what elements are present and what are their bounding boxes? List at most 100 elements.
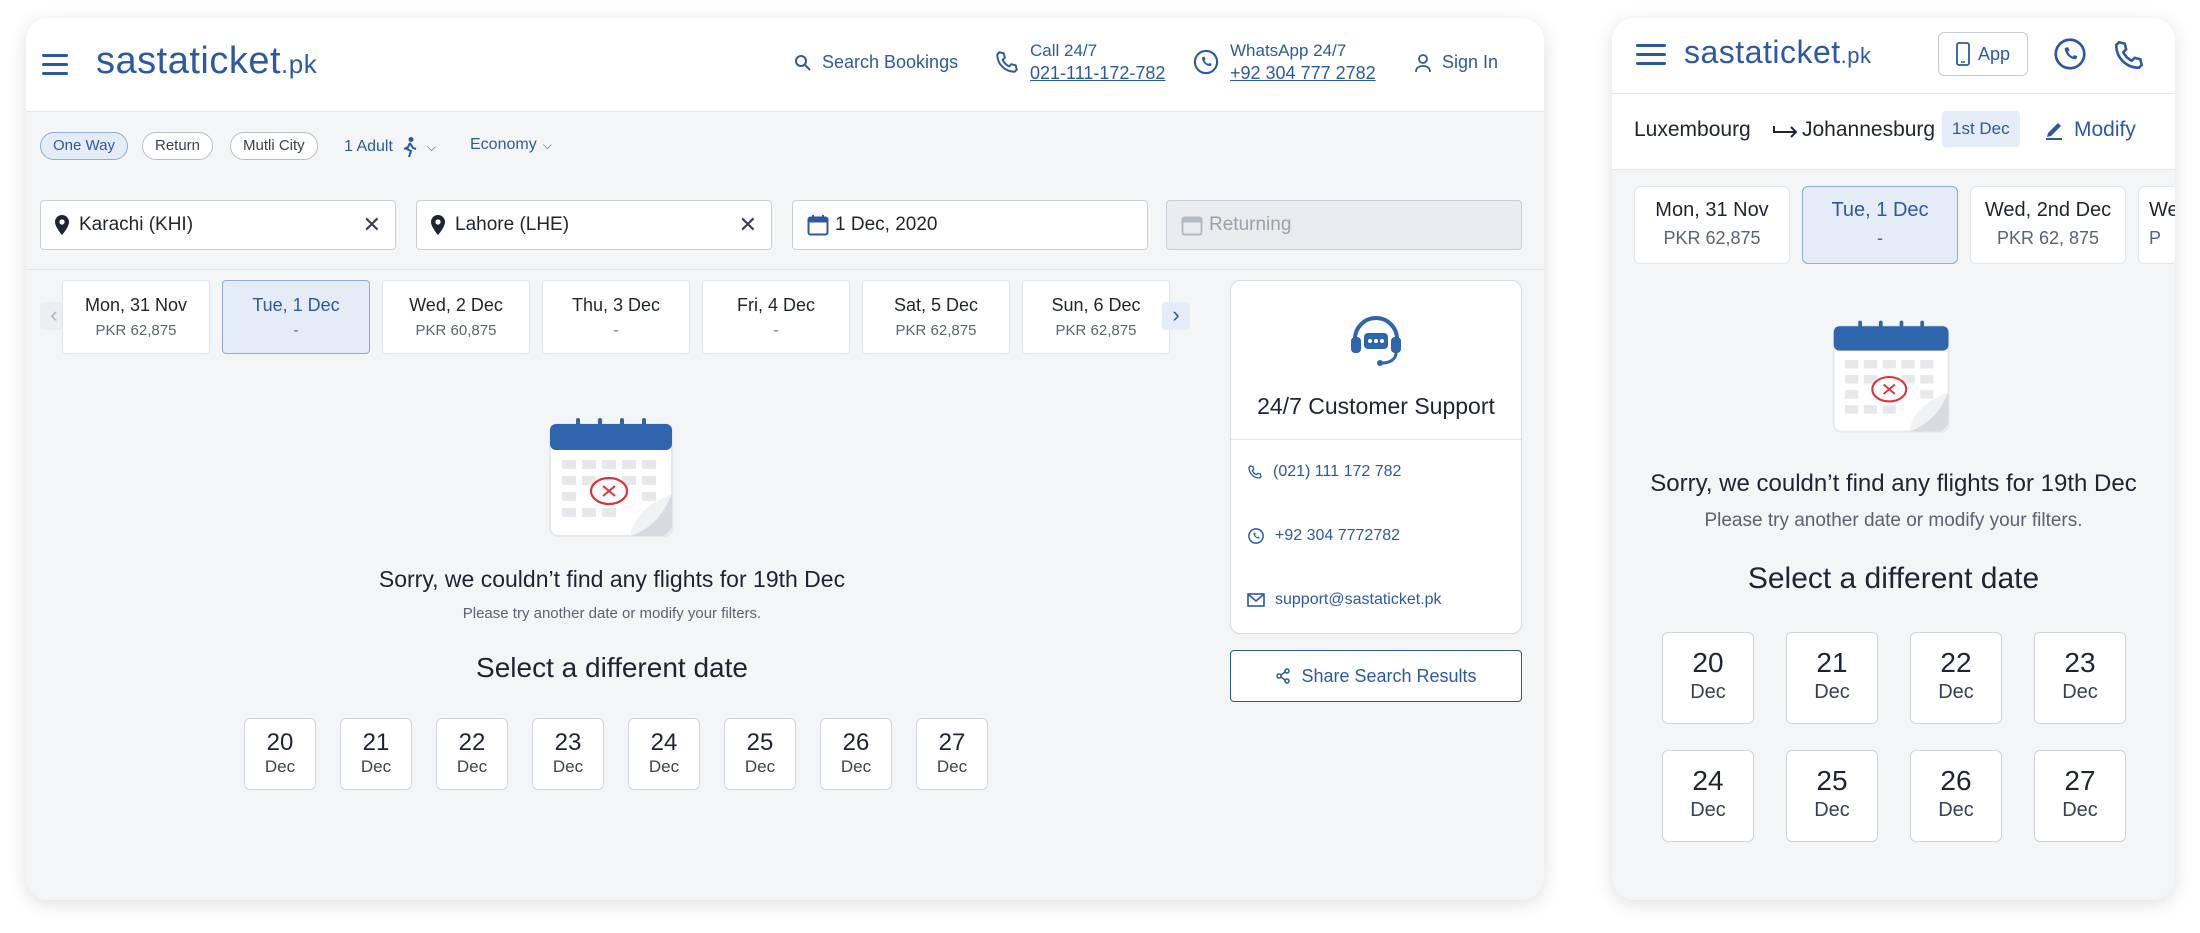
date-card-price: - [613,322,619,339]
return-date-field[interactable]: Returning [1166,200,1522,250]
date-card-price: PKR 60,875 [415,322,497,339]
trip-type-return[interactable]: Return [142,132,214,160]
modify-button[interactable]: Modify [2044,118,2136,142]
trip-type-one-way[interactable]: One Way [40,132,128,160]
alt-date-button[interactable]: 20 Dec [1662,632,1754,724]
whatsapp-icon [1248,528,1264,544]
clear-to-icon[interactable]: ✕ [739,212,757,238]
from-value: Karachi (KHI) [79,214,194,235]
phone-icon[interactable] [2112,38,2146,72]
date-card[interactable]: Sat, 5 Dec PKR 62,875 [862,280,1010,354]
clear-from-icon[interactable]: ✕ [363,212,381,238]
alt-date-day: 21 [362,729,390,756]
date-card[interactable]: Thu, 3 Dec - [542,280,690,354]
alt-date-day: 26 [1940,765,1972,796]
alt-date-day: 20 [1692,647,1724,678]
alt-date-month: Dec [1814,681,1850,703]
alt-date-button[interactable]: 22 Dec [1910,632,2002,724]
depart-value: 1 Dec, 2020 [835,214,938,235]
sign-in-label: Sign In [1442,52,1499,72]
menu-icon[interactable] [1636,44,1666,68]
date-card[interactable]: Mon, 31 Nov PKR 62,875 [62,280,210,354]
date-card[interactable]: Mon, 31 Nov PKR 62,875 [1634,186,1790,264]
menu-icon[interactable] [42,54,68,76]
date-card-day: Tue, 1 Dec [1831,199,1929,221]
call-number[interactable]: 021-111-172-782 [1030,62,1165,84]
date-card[interactable]: Sun, 6 Dec PKR 62,875 [1022,280,1170,354]
traveler-icon [403,137,417,158]
cabin-value: Economy [470,136,537,153]
support-email[interactable]: support@sastaticket.pk [1247,591,1442,609]
sign-in-link[interactable]: Sign In [1414,52,1498,73]
date-card-price: PKR 62,875 [895,322,977,339]
alt-date-button[interactable]: 21 Dec [340,718,412,790]
date-badge: 1st Dec [1942,111,2020,147]
alt-date-button[interactable]: 23 Dec [532,718,604,790]
alt-date-button[interactable]: 26 Dec [820,718,892,790]
alt-date-month: Dec [744,757,776,776]
alt-date-button[interactable]: 25 Dec [1786,750,1878,842]
date-card-price: PKR 62,875 [1663,228,1761,248]
select-date-title: Select a different date [476,652,748,683]
logo-text: sastaticket [1684,34,1841,70]
trip-type-multi-city[interactable]: Mutli City [230,132,318,160]
to-field[interactable]: Lahore (LHE) ✕ [416,200,772,250]
date-card[interactable]: Wed, 2 Dec PKR 60,875 [382,280,530,354]
alt-date-button[interactable]: 27 Dec [2034,750,2126,842]
support-whatsapp-text: +92 304 7772782 [1275,527,1401,544]
logo[interactable]: sastaticket.pk [96,40,317,83]
depart-date-field[interactable]: 1 Dec, 2020 [792,200,1148,250]
share-results-button[interactable]: Share Search Results [1230,650,1522,702]
location-pin-icon [431,215,445,235]
search-bookings-link[interactable]: Search Bookings [794,52,958,73]
alt-date-day: 22 [458,729,486,756]
route-arrow-icon [1773,126,1798,138]
whatsapp-number[interactable]: +92 304 777 2782 [1230,62,1376,84]
whatsapp-link[interactable]: WhatsApp 24/7 +92 304 777 2782 [1192,40,1376,84]
logo[interactable]: sastaticket.pk [1684,34,1872,71]
alt-date-day: 25 [1816,765,1848,796]
alt-date-month: Dec [936,757,968,776]
location-pin-icon [55,215,69,235]
empty-state-title: Sorry, we couldn’t find any flights for … [1650,470,2137,497]
passengers-dropdown[interactable]: 1 Adult ⌵ [344,136,436,158]
date-card-partial[interactable]: We P [2138,186,2175,264]
alt-date-button[interactable]: 23 Dec [2034,632,2126,724]
headset-icon [1351,316,1401,366]
search-icon [795,54,811,71]
from-field[interactable]: Karachi (KHI) ✕ [40,200,396,250]
date-card[interactable]: Wed, 2nd Dec PKR 62, 875 [1970,186,2126,264]
mobile-date-strip: Mon, 31 Nov PKR 62,875 Tue, 1 Dec - Wed, 2… [1634,186,2175,266]
date-card-price: P [2149,228,2162,248]
cabin-dropdown[interactable]: Economy ⌵ [470,136,552,154]
alt-date-month: Dec [264,757,296,776]
origin-city: Luxembourg [1634,118,1751,141]
alt-date-day: 27 [938,729,966,756]
date-card-selected[interactable]: Tue, 1 Dec - [222,280,370,354]
date-card-selected[interactable]: Tue, 1 Dec - [1802,186,1958,264]
date-card[interactable]: Fri, 4 Dec - [702,280,850,354]
alt-date-day: 24 [1692,765,1724,796]
whatsapp-icon[interactable] [2052,36,2088,72]
alt-date-button[interactable]: 24 Dec [628,718,700,790]
support-phone[interactable]: (021) 111 172 782 [1247,463,1401,481]
next-dates-button[interactable]: › [1162,302,1190,330]
calendar-error-icon [549,418,673,537]
alt-date-button[interactable]: 21 Dec [1786,632,1878,724]
alt-date-month: Dec [552,757,584,776]
header: sastaticket.pk Search Bookings Call 24/7… [26,18,1544,112]
app-button[interactable]: App [1938,32,2028,76]
alt-date-button[interactable]: 24 Dec [1662,750,1754,842]
support-whatsapp[interactable]: +92 304 7772782 [1247,527,1400,545]
date-strip: Mon, 31 Nov PKR 62,875 Tue, 1 Dec - Wed, 2… [62,280,1212,356]
date-card-day: Mon, 31 Nov [1655,199,1769,221]
alt-date-button[interactable]: 27 Dec [916,718,988,790]
select-date-title: Select a different date [1747,562,2040,595]
alt-date-button[interactable]: 20 Dec [244,718,316,790]
alt-date-button[interactable]: 22 Dec [436,718,508,790]
alt-date-button[interactable]: 26 Dec [1910,750,2002,842]
date-card-day: Wed, 2 Dec [409,295,503,315]
whatsapp-label: WhatsApp 24/7 [1230,41,1347,60]
alt-date-button[interactable]: 25 Dec [724,718,796,790]
call-link[interactable]: Call 24/7 021-111-172-782 [994,40,1165,84]
